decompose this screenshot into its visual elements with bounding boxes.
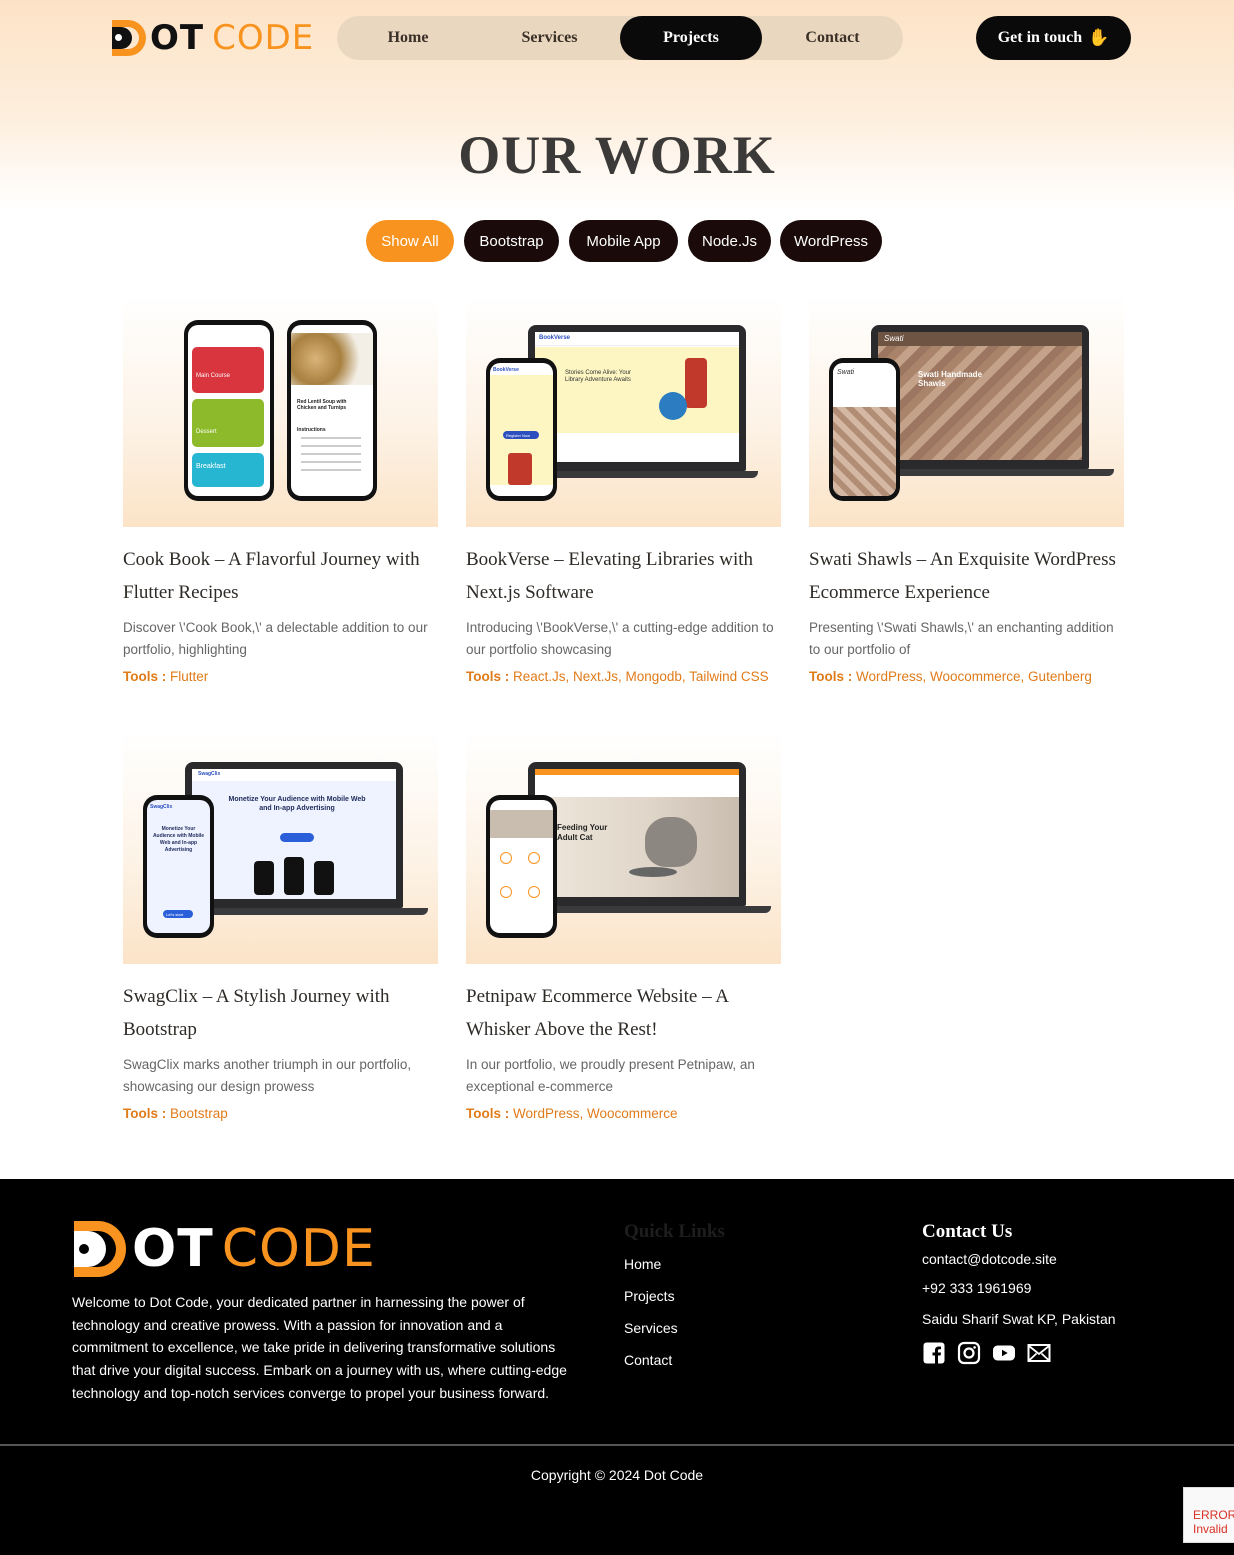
project-thumbnail[interactable]: Swati Swati Handmade Shawls Swati [809,295,1124,527]
waving-hand-icon: ✋ [1088,28,1110,47]
nav-projects[interactable]: Projects [620,16,762,60]
contact-us-heading: Contact Us [922,1221,1013,1242]
facebook-icon[interactable] [922,1341,946,1365]
filter-show-all[interactable]: Show All [366,220,454,262]
project-thumbnail[interactable]: Feeding Your Adult Cat [466,732,781,964]
instagram-icon[interactable] [957,1341,981,1365]
project-tools: Tools : WordPress, Woocommerce, Gutenber… [809,669,1092,684]
recaptcha-invalid-text: Invalid [1193,1522,1228,1536]
footer-link-contact[interactable]: Contact [624,1352,672,1368]
page-title: OUR WORK [458,125,776,185]
project-title[interactable]: Cook Book – A Flavorful Journey with Flu… [123,543,439,609]
project-filters: Show All Bootstrap Mobile App Node.Js Wo… [0,220,1234,262]
filter-nodejs[interactable]: Node.Js [688,220,771,262]
laptop-mockup: Feeding Your Adult Cat [528,762,746,906]
site-footer: OT CODE Welcome to Dot Code, your dedicat… [0,1179,1234,1555]
nav-home[interactable]: Home [337,16,479,60]
copyright-text: Copyright © 2024 Dot Code [530,1467,704,1483]
phone-mockup: SwagClix Monetize Your Audience with Mob… [143,795,214,938]
youtube-icon[interactable] [992,1341,1016,1365]
contact-address: Saidu Sharif Swat KP, Pakistan [922,1311,1116,1327]
logo-mark [74,1221,126,1277]
project-title[interactable]: Swati Shawls – An Exquisite WordPress Ec… [809,543,1125,609]
footer-link-home[interactable]: Home [624,1256,661,1272]
filter-wordpress[interactable]: WordPress [780,220,882,262]
contact-email[interactable]: contact@dotcode.site [922,1251,1057,1267]
phone-mockup: Swati [829,358,900,501]
phone-mockup [486,795,557,938]
project-tools: Tools : Bootstrap [123,1106,228,1121]
project-title[interactable]: BookVerse – Elevating Libraries with Nex… [466,543,782,609]
project-tools: Tools : React.Js, Next.Js, Mongodb, Tail… [466,669,769,684]
quick-links-heading: Quick Links [624,1221,725,1242]
nav-services[interactable]: Services [479,16,620,60]
contact-phone[interactable]: +92 333 1961969 [922,1280,1031,1296]
phone-mockup: Red Lentil Soup with Chicken and Turnips… [287,320,377,501]
project-tools: Tools : Flutter [123,669,209,684]
phone-mockup: BookVerse Register Now [486,358,557,501]
filter-mobile-app[interactable]: Mobile App [569,220,678,262]
project-description: Presenting \'Swati Shawls,\' an enchanti… [809,620,1114,657]
nav-contact[interactable]: Contact [762,16,903,60]
footer-divider [0,1444,1234,1446]
project-card-cook-book[interactable]: Main Course Dessert Breakfast Red Lentil… [123,295,439,684]
footer-about-text: Welcome to Dot Code, your dedicated part… [72,1294,567,1401]
get-in-touch-button[interactable]: Get in touch ✋ [976,16,1131,60]
get-in-touch-label: Get in touch [997,29,1083,46]
project-thumbnail[interactable]: SwagClix Monetize Your Audience with Mob… [123,732,438,964]
project-tools: Tools : WordPress, Woocommerce [466,1106,678,1121]
project-description: Introducing \'BookVerse,\' a cutting-edg… [466,620,774,657]
hero-section: OT CODE Home Services Projects Contact Ge… [0,0,1234,210]
phone-mockup: Main Course Dessert Breakfast [184,320,274,501]
project-description: Discover \'Cook Book,\' a delectable add… [123,620,428,657]
logo-mark [112,20,146,56]
main-nav: Home Services Projects Contact [337,16,903,60]
project-description: In our portfolio, we proudly present Pet… [466,1057,755,1094]
footer-link-services[interactable]: Services [624,1320,678,1336]
project-thumbnail[interactable]: BookVerse Stories Come Alive: Your Libra… [466,295,781,527]
laptop-mockup: BookVerse Stories Come Alive: Your Libra… [528,325,746,471]
filter-bootstrap[interactable]: Bootstrap [464,220,559,262]
project-card-swati-shawls[interactable]: Swati Swati Handmade Shawls Swati Swati … [809,295,1125,684]
laptop-mockup: SwagClix Monetize Your Audience with Mob… [185,762,403,908]
footer-logo[interactable]: OT CODE [74,1219,376,1279]
project-thumbnail[interactable]: Main Course Dessert Breakfast Red Lentil… [123,295,438,527]
recaptcha-badge[interactable]: ERROR Invalid [1183,1487,1234,1543]
mail-icon[interactable] [1027,1341,1051,1365]
project-title[interactable]: SwagClix – A Stylish Journey with Bootst… [123,980,439,1046]
project-card-swagclix[interactable]: SwagClix Monetize Your Audience with Mob… [123,732,439,1121]
site-logo[interactable]: OT CODE [112,18,314,58]
logo-wordmark: OT CODE [150,18,315,58]
project-title[interactable]: Petnipaw Ecommerce Website – A Whisker A… [466,980,782,1046]
recaptcha-error-text: ERROR [1193,1508,1234,1522]
footer-link-projects[interactable]: Projects [624,1288,675,1304]
logo-wordmark: OT CODE [132,1219,376,1279]
laptop-mockup: Swati Swati Handmade Shawls [871,325,1089,469]
project-card-petnipaw[interactable]: Feeding Your Adult Cat Petnipaw Ecommerc… [466,732,782,1121]
project-card-bookverse[interactable]: BookVerse Stories Come Alive: Your Libra… [466,295,782,684]
project-description: SwagClix marks another triumph in our po… [123,1057,412,1094]
